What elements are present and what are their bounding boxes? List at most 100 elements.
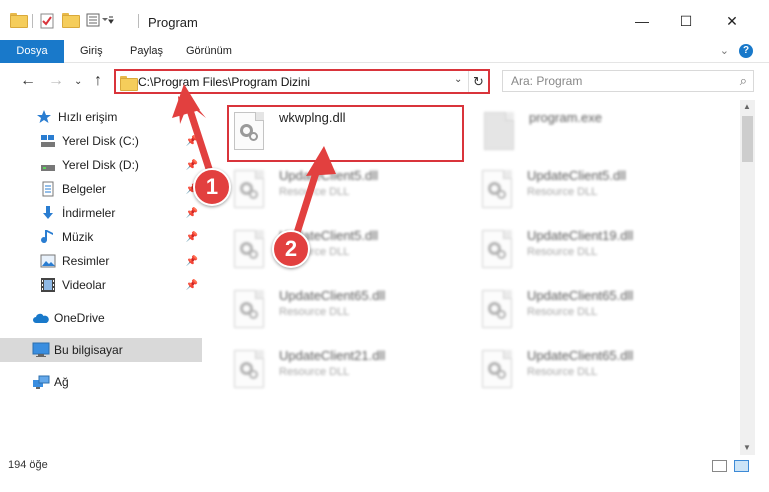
drive-icon <box>40 133 56 149</box>
drive-icon <box>40 157 56 173</box>
file-item[interactable]: UpdateClient5.dll Resource DLL <box>480 166 710 222</box>
exe-file-icon <box>482 112 518 154</box>
sidebar-item-label: Bu bilgisayar <box>54 343 123 357</box>
cloud-icon <box>32 310 49 326</box>
file-item[interactable]: UpdateClient5.dll Resource DLL <box>232 226 462 282</box>
close-button[interactable]: ✕ <box>717 8 747 34</box>
sidebar-item-local-disk-d[interactable]: Yerel Disk (D:) 📌 <box>0 153 202 177</box>
sidebar-item-label: Belgeler <box>62 182 107 196</box>
sidebar-item-downloads[interactable]: İndirmeler 📌 <box>0 201 202 225</box>
file-name: UpdateClient65.dll <box>527 288 634 303</box>
tab-paylas[interactable]: Paylaş <box>130 40 163 63</box>
sidebar-item-label: Müzik <box>62 230 94 244</box>
dll-file-icon <box>232 350 268 392</box>
pin-icon: 📌 <box>185 231 198 243</box>
ribbon-tabs: Dosya Giriş Paylaş Görünüm ⌄ ? <box>0 40 769 63</box>
tab-giris[interactable]: Giriş <box>80 40 103 63</box>
dll-file-icon <box>232 230 268 272</box>
star-icon <box>36 109 52 125</box>
tab-gorunum[interactable]: Görünüm <box>186 40 232 63</box>
sidebar-item-local-disk-c[interactable]: Yerel Disk (C:) 📌 <box>0 129 202 153</box>
file-item-program-exe[interactable]: program.exe <box>482 108 712 164</box>
navigation-pane: Hızlı erişim Yerel Disk (C:) 📌 Yerel Dis… <box>0 100 210 455</box>
navigation-bar: ← → ⌄ ↑ C:\Program Files\Program Dizini … <box>0 64 769 98</box>
file-name: UpdateClient65.dll <box>279 288 386 303</box>
sidebar-item-label: Resimler <box>62 254 110 268</box>
file-item[interactable]: UpdateClient65.dll Resource DLL <box>480 346 710 402</box>
properties-icon[interactable] <box>40 13 54 29</box>
file-name: program.exe <box>529 110 602 125</box>
sidebar-item-this-pc[interactable]: Bu bilgisayar <box>0 338 202 362</box>
tab-dosya[interactable]: Dosya <box>0 40 64 63</box>
scroll-thumb[interactable] <box>742 116 753 162</box>
up-arrow-icon[interactable]: ↑ <box>94 72 102 90</box>
computer-icon <box>32 342 50 358</box>
maximize-button[interactable]: ☐ <box>671 8 701 34</box>
step-badge-1: 1 <box>193 168 231 206</box>
dll-file-icon <box>480 230 516 272</box>
scroll-down-icon[interactable]: ▼ <box>743 443 751 452</box>
help-icon[interactable]: ? <box>739 44 753 58</box>
pin-icon: 📌 <box>185 279 198 291</box>
scroll-up-icon[interactable]: ▲ <box>743 102 751 111</box>
toolbar-divider <box>138 14 139 28</box>
address-dropdown-icon[interactable]: ⌄ <box>454 74 462 85</box>
sidebar-item-music[interactable]: Müzik 📌 <box>0 225 202 249</box>
documents-icon <box>40 181 56 197</box>
sidebar-item-label: OneDrive <box>54 311 105 325</box>
folder-icon <box>120 76 138 91</box>
sidebar-item-label: Ağ <box>54 375 69 389</box>
refresh-icon[interactable]: ↻ <box>468 71 488 92</box>
sidebar-item-label: Videolar <box>62 278 106 292</box>
back-arrow-icon[interactable]: ← <box>20 72 36 90</box>
file-description: Resource DLL <box>527 186 598 198</box>
minimize-button[interactable]: — <box>627 8 657 34</box>
window-title: Program <box>148 15 198 30</box>
sidebar-item-label: Yerel Disk (D:) <box>62 158 139 172</box>
file-name: UpdateClient65.dll <box>527 348 634 363</box>
new-folder-icon[interactable] <box>62 13 80 28</box>
sidebar-item-pictures[interactable]: Resimler 📌 <box>0 249 202 273</box>
file-description: Resource DLL <box>279 366 350 378</box>
address-bar[interactable]: C:\Program Files\Program Dizini ⌄ ↻ <box>114 69 490 94</box>
forward-arrow-icon[interactable]: → <box>48 72 64 90</box>
file-item[interactable]: UpdateClient5.dll Resource DLL <box>232 166 462 222</box>
dll-file-icon <box>480 170 516 212</box>
details-view-icon[interactable] <box>712 460 727 472</box>
network-icon <box>32 374 50 390</box>
file-description: Resource DLL <box>527 246 598 258</box>
large-icons-view-icon[interactable] <box>734 460 749 472</box>
sidebar-item-label: İndirmeler <box>62 206 116 220</box>
sidebar-item-videos[interactable]: Videolar 📌 <box>0 273 202 297</box>
dll-file-icon <box>232 170 268 212</box>
recent-locations-chevron-icon[interactable]: ⌄ <box>74 76 82 87</box>
sidebar-item-network[interactable]: Ağ <box>0 370 202 394</box>
vertical-scrollbar[interactable]: ▲ ▼ <box>740 100 755 455</box>
status-bar: 194 öğe <box>0 456 769 476</box>
dll-file-icon <box>480 290 516 332</box>
customize-toolbar-icon[interactable] <box>86 13 114 27</box>
file-item[interactable]: UpdateClient65.dll Resource DLL <box>232 286 462 342</box>
sidebar-item-onedrive[interactable]: OneDrive <box>0 306 202 330</box>
file-item[interactable]: UpdateClient65.dll Resource DLL <box>480 286 710 342</box>
address-path: C:\Program Files\Program Dizini <box>138 75 311 89</box>
search-box[interactable]: Ara: Program ⌕ <box>502 70 754 92</box>
collapse-ribbon-icon[interactable]: ⌄ <box>720 44 729 57</box>
search-placeholder: Ara: Program <box>511 74 583 88</box>
file-description: Resource DLL <box>279 306 350 318</box>
file-description: Resource DLL <box>527 306 598 318</box>
file-name: UpdateClient19.dll <box>527 228 634 243</box>
file-name: UpdateClient5.dll <box>279 168 379 183</box>
download-icon <box>40 205 56 221</box>
pin-icon: 📌 <box>185 135 198 147</box>
file-item[interactable]: UpdateClient21.dll Resource DLL <box>232 346 462 402</box>
step-badge-2: 2 <box>272 230 310 268</box>
pictures-icon <box>40 253 56 269</box>
pin-icon: 📌 <box>185 255 198 267</box>
quick-access-folder-icon[interactable] <box>10 13 28 28</box>
sidebar-item-label: Yerel Disk (C:) <box>62 134 139 148</box>
sidebar-item-documents[interactable]: Belgeler 📌 <box>0 177 202 201</box>
file-description: Resource DLL <box>527 366 598 378</box>
file-item[interactable]: UpdateClient19.dll Resource DLL <box>480 226 710 282</box>
sidebar-item-quick-access[interactable]: Hızlı erişim <box>0 105 202 129</box>
